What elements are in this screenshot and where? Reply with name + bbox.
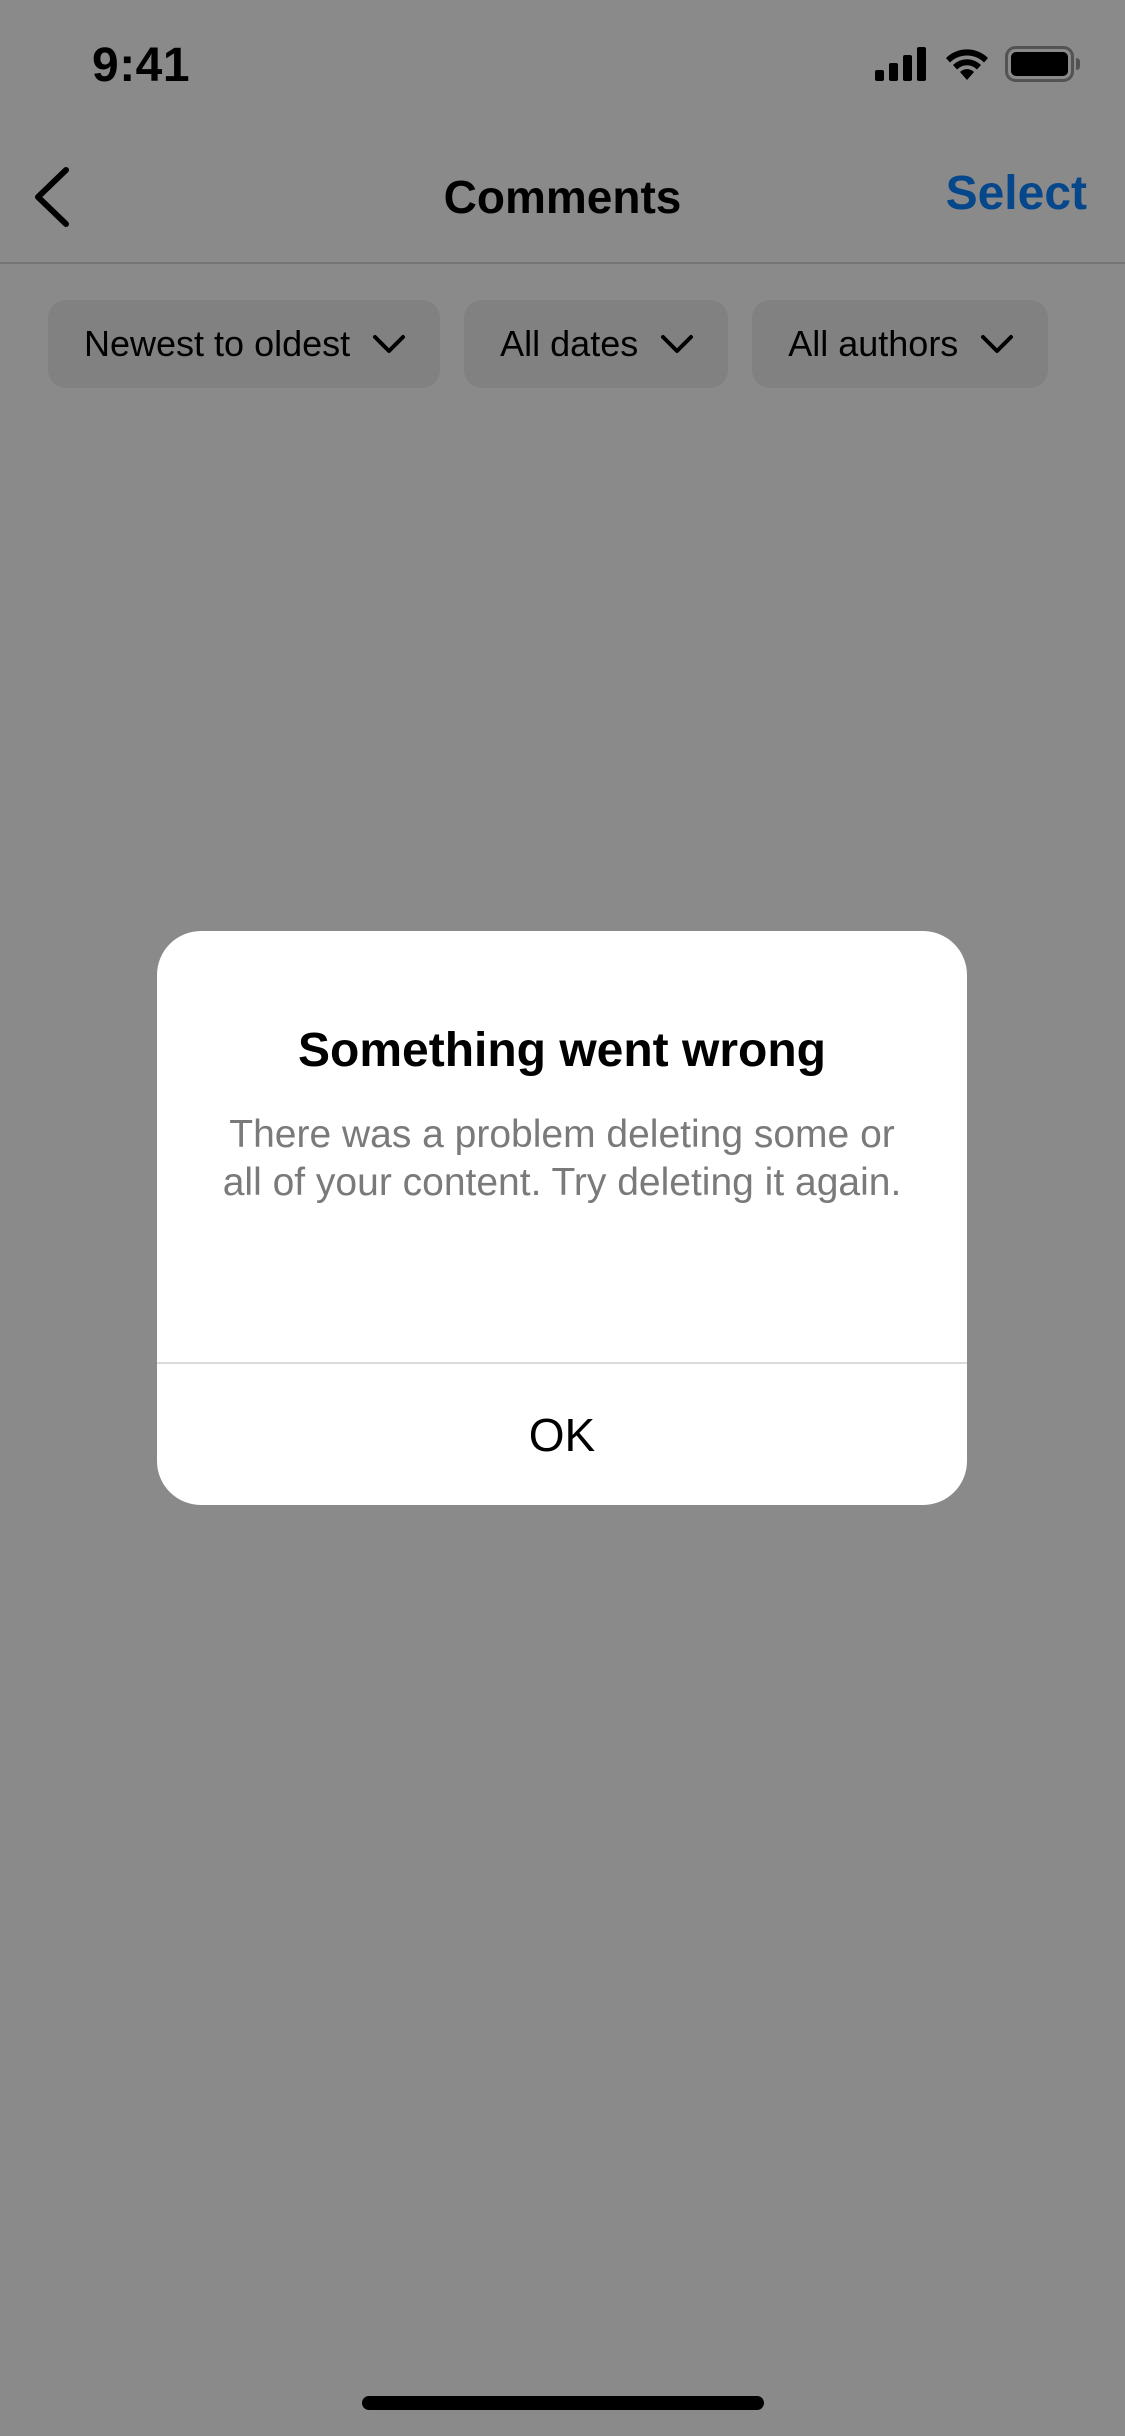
alert-message: There was a problem deleting some or all… [222, 1113, 902, 1204]
error-alert-dialog: Something went wrong There was a problem… [157, 931, 967, 1505]
ok-button[interactable]: OK [157, 1364, 967, 1505]
home-indicator[interactable] [362, 2396, 764, 2410]
alert-title: Something went wrong [298, 1024, 826, 1077]
